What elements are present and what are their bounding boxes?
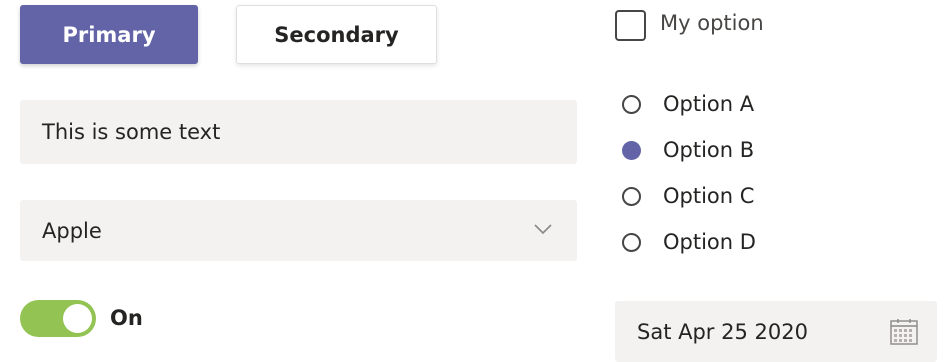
radio-button[interactable]	[622, 94, 641, 114]
radio-button[interactable]	[622, 186, 641, 206]
text-input-value: This is some text	[42, 120, 221, 144]
dropdown-selected-value: Apple	[42, 218, 102, 243]
date-value: Sat Apr 25 2020	[637, 319, 808, 344]
toggle-knob	[63, 304, 92, 333]
radio-label: Option A	[663, 92, 755, 116]
my-option-checkbox[interactable]	[615, 10, 646, 41]
toggle-label: On	[110, 306, 143, 330]
toggle-switch[interactable]	[20, 300, 96, 337]
text-input[interactable]: This is some text	[20, 100, 577, 164]
radio-option-c[interactable]: Option C	[622, 181, 754, 211]
radio-option-d[interactable]: Option D	[622, 227, 756, 257]
radio-option-b[interactable]: Option B	[622, 135, 754, 165]
radio-label: Option C	[663, 184, 755, 208]
radio-button[interactable]	[622, 232, 641, 252]
calendar-icon[interactable]	[889, 318, 919, 346]
fruit-dropdown[interactable]: Apple	[20, 200, 577, 261]
radio-button-selected[interactable]	[622, 140, 641, 160]
chevron-down-icon	[534, 224, 552, 235]
radio-label: Option D	[663, 230, 756, 254]
radio-option-a[interactable]: Option A	[622, 89, 754, 119]
secondary-button[interactable]: Secondary	[236, 5, 437, 64]
checkbox-label: My option	[660, 11, 764, 35]
primary-button[interactable]: Primary	[20, 5, 198, 64]
radio-label: Option B	[663, 138, 755, 162]
date-picker-input[interactable]: Sat Apr 25 2020	[615, 301, 937, 362]
